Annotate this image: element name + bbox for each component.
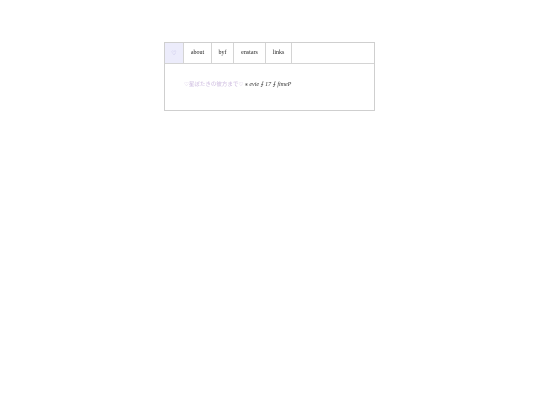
pronouns-text: fimeP xyxy=(277,82,292,88)
age-text: 17 xyxy=(265,82,272,88)
tab-content: ♡星ぼたきの彼方まで♡ ⁎ evie ⨍ 17 ⨍ fimeP xyxy=(165,64,374,112)
separator-1: ⨍ xyxy=(260,82,264,88)
profile-card: ♡ about byf enstars links ♡星ぼたきの彼方まで♡ ⁎ … xyxy=(164,42,375,111)
tab-bar: ♡ about byf enstars links xyxy=(165,43,374,64)
bullet-separator: ⁎ xyxy=(244,82,248,88)
tagline: ♡星ぼたきの彼方まで♡ xyxy=(184,82,244,88)
tab-byf[interactable]: byf xyxy=(212,43,234,63)
separator-2: ⨍ xyxy=(272,82,276,88)
tab-enstars[interactable]: enstars xyxy=(234,43,266,63)
tab-home[interactable]: ♡ xyxy=(165,43,184,63)
name-text: evie xyxy=(249,82,260,88)
intro-line: ♡星ぼたきの彼方まで♡ ⁎ evie ⨍ 17 ⨍ fimeP xyxy=(184,80,291,88)
tab-about[interactable]: about xyxy=(184,43,212,63)
tab-links[interactable]: links xyxy=(266,43,292,63)
heart-icon: ♡ xyxy=(171,49,177,57)
